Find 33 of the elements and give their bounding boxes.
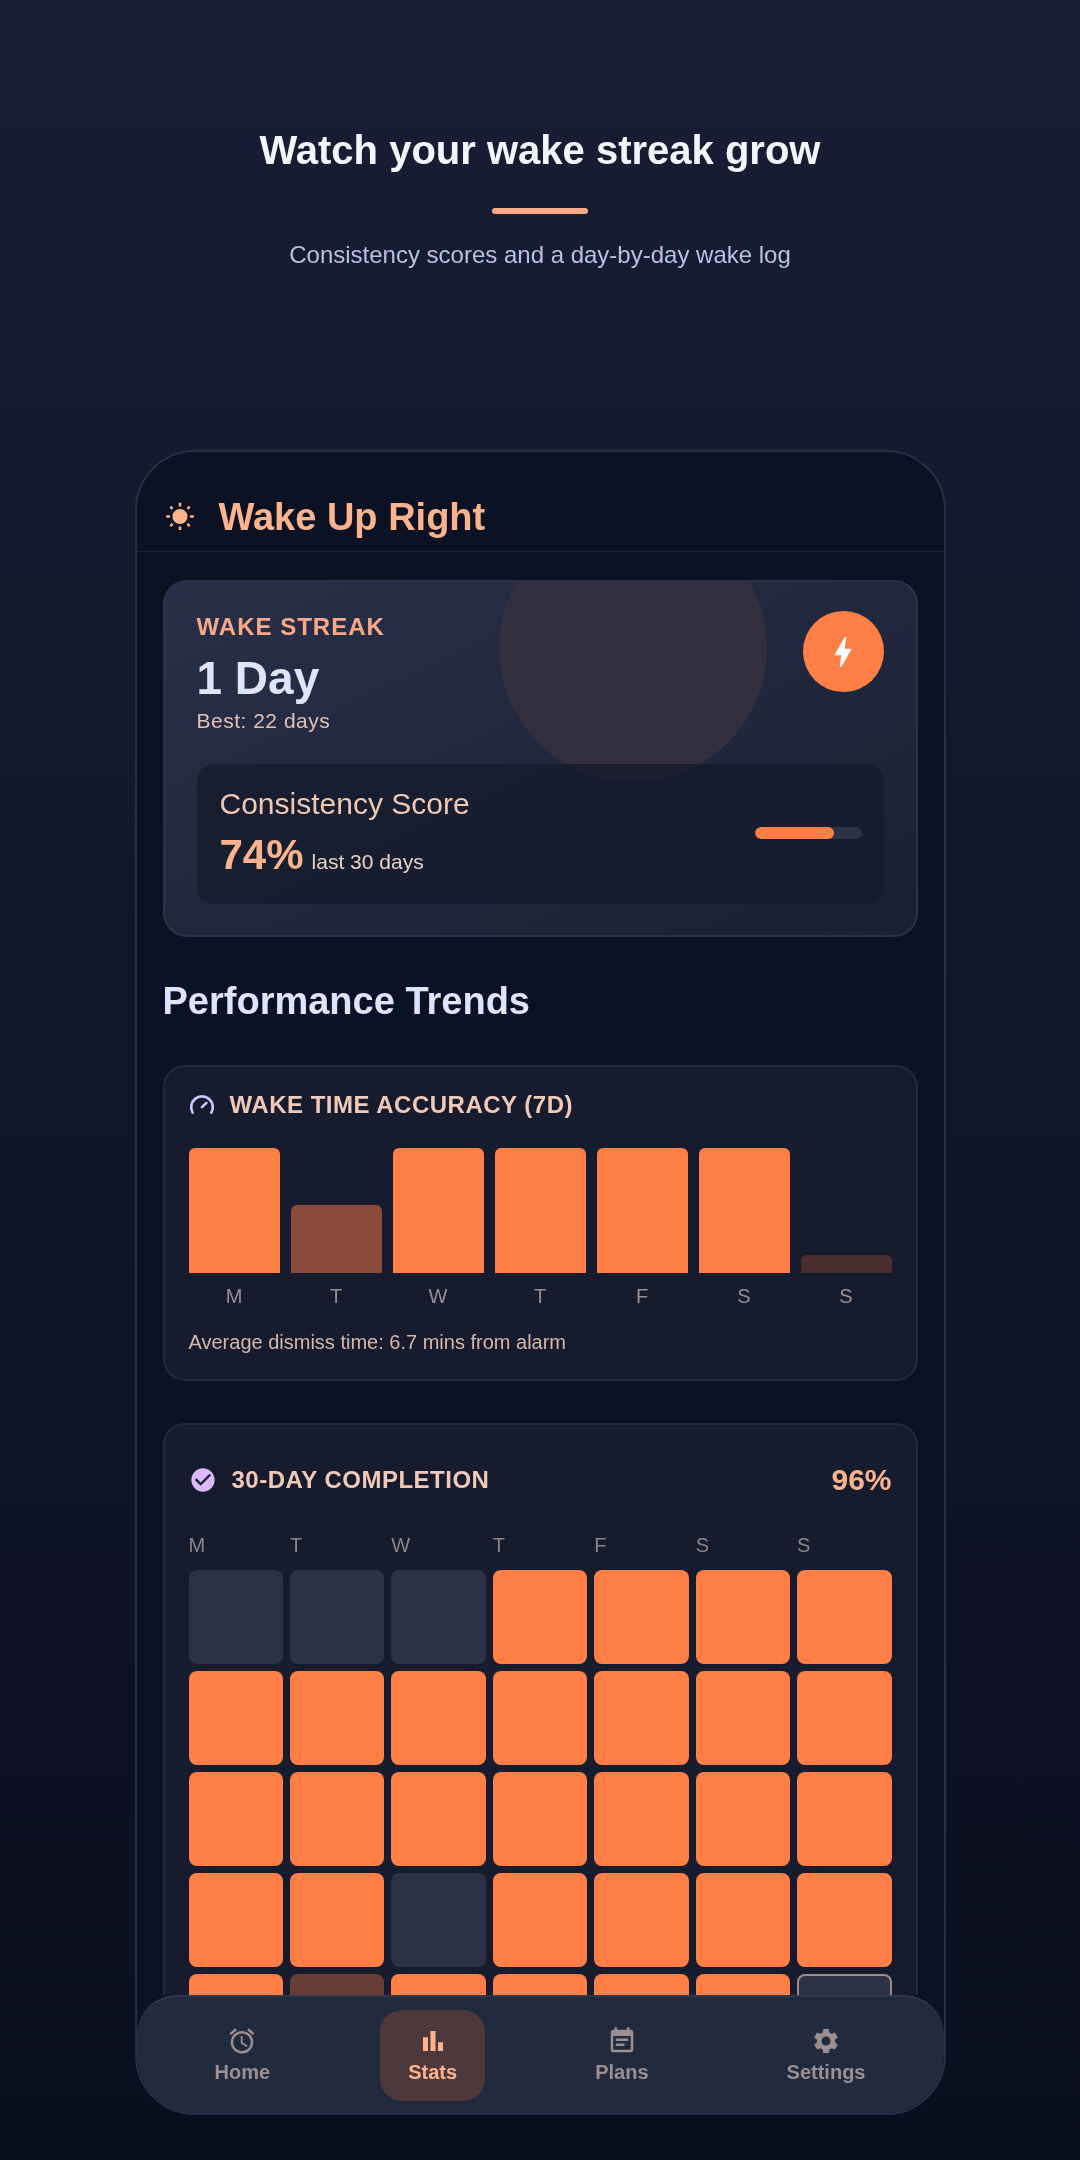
weekday-label: W bbox=[391, 1534, 411, 1556]
weekday-label: T bbox=[492, 1534, 505, 1556]
day-label: S bbox=[737, 1284, 751, 1308]
subtitle: Consistency scores and a day-by-day wake log bbox=[289, 240, 791, 270]
card-title: WAKE TIME ACCURACY (7D) bbox=[229, 1091, 573, 1119]
weekday-label: T bbox=[289, 1534, 303, 1556]
nav-tab[interactable]: Stats bbox=[380, 2009, 486, 2101]
nav-tab[interactable]: Settings bbox=[758, 2009, 894, 2101]
day-label: S bbox=[839, 1284, 853, 1308]
weekday-label: M bbox=[188, 1534, 206, 1556]
weekday-label: S bbox=[695, 1534, 709, 1556]
consistency-period: last 30 days bbox=[311, 849, 424, 875]
consistency-value: 74% bbox=[219, 831, 304, 879]
day-label: T bbox=[533, 1284, 547, 1308]
day-label: W bbox=[428, 1284, 448, 1308]
consistency-title: Consistency Score bbox=[219, 786, 470, 822]
nav-tab[interactable]: Home bbox=[186, 2009, 299, 2101]
nav-tab[interactable]: Plans bbox=[567, 2009, 677, 2101]
headline: Watch your wake streak grow bbox=[259, 127, 821, 174]
streak-label: WAKE STREAK bbox=[196, 613, 385, 641]
completion-percent: 96% bbox=[831, 1462, 892, 1498]
best-streak: Best: 22 days bbox=[196, 708, 332, 734]
day-label: F bbox=[635, 1284, 649, 1308]
card-title: 30-DAY COMPLETION bbox=[231, 1466, 490, 1494]
weekday-label: F bbox=[594, 1534, 607, 1556]
dismiss-note: Average dismiss time: 6.7 mins from alarm bbox=[188, 1330, 568, 1354]
sun-icon bbox=[164, 502, 195, 532]
day-label: T bbox=[329, 1284, 343, 1308]
app-title: Wake Up Right bbox=[218, 495, 486, 539]
section-title: Performance Trends bbox=[162, 979, 531, 1023]
streak-value: 1 Day bbox=[196, 651, 321, 705]
weekday-label: S bbox=[797, 1534, 811, 1556]
day-label: M bbox=[225, 1284, 243, 1308]
